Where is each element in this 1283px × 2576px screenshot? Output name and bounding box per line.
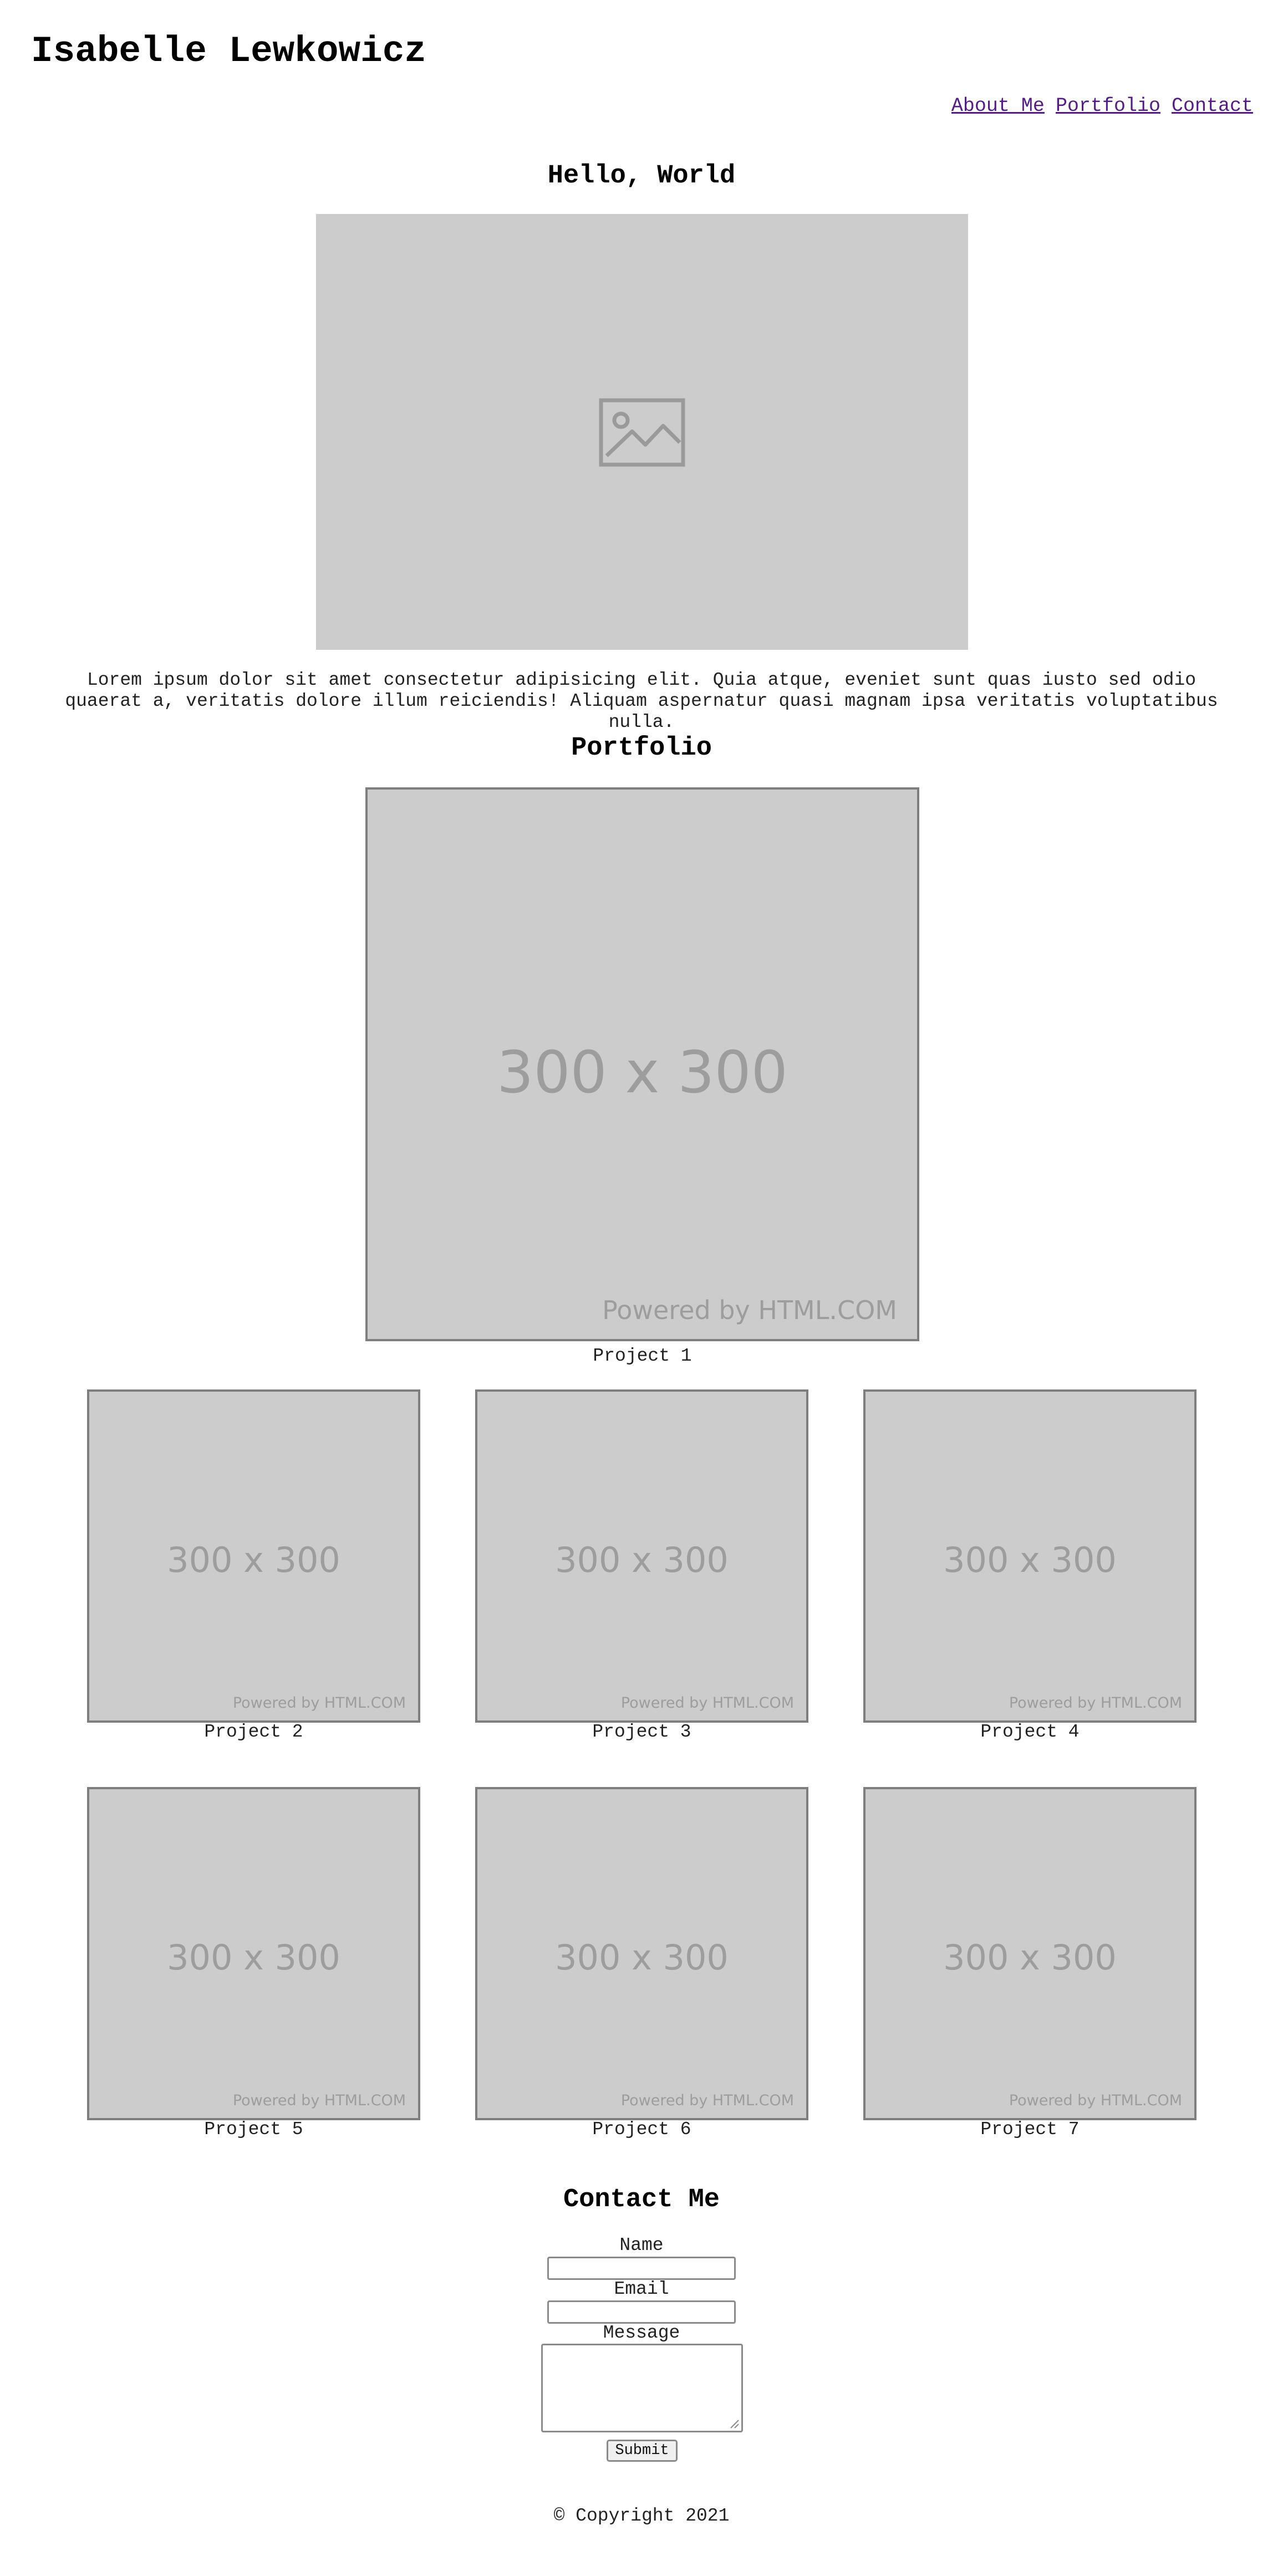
placeholder-credit: Powered by HTML.COM <box>1009 2092 1182 2109</box>
email-label: Email <box>614 2279 669 2299</box>
image-placeholder-icon <box>599 398 685 467</box>
project-5-caption: Project 5 <box>204 2119 303 2140</box>
project-3-caption: Project 3 <box>592 1722 691 1742</box>
project-6-image[interactable]: 300 x 300 Powered by HTML.COM <box>475 1787 808 2120</box>
placeholder-credit: Powered by HTML.COM <box>620 2092 794 2109</box>
project-6-caption: Project 6 <box>592 2119 691 2140</box>
project-5-image[interactable]: 300 x 300 Powered by HTML.COM <box>87 1787 420 2120</box>
project-1-image[interactable]: 300 x 300 Powered by HTML.COM <box>365 787 919 1341</box>
placeholder-size-label: 300 x 300 <box>555 1540 729 1580</box>
name-field[interactable] <box>547 2257 736 2280</box>
hero-image-placeholder <box>316 214 968 650</box>
placeholder-size-label: 300 x 300 <box>943 1540 1117 1580</box>
project-3-image[interactable]: 300 x 300 Powered by HTML.COM <box>475 1389 808 1723</box>
submit-button[interactable]: Submit <box>607 2440 678 2462</box>
placeholder-credit: Powered by HTML.COM <box>232 2092 406 2109</box>
project-1-caption: Project 1 <box>593 1346 692 1366</box>
placeholder-size-label: 300 x 300 <box>497 1038 788 1106</box>
project-4-caption: Project 4 <box>980 1722 1080 1742</box>
placeholder-credit: Powered by HTML.COM <box>1009 1694 1182 1712</box>
footer-copyright: © Copyright 2021 <box>553 2506 730 2526</box>
placeholder-credit: Powered by HTML.COM <box>232 1694 406 1712</box>
placeholder-size-label: 300 x 300 <box>555 1937 729 1978</box>
placeholder-size-label: 300 x 300 <box>167 1937 340 1978</box>
nav-link-portfolio[interactable]: Portfolio <box>1056 95 1160 117</box>
nav-link-about-me[interactable]: About Me <box>951 95 1045 117</box>
site-title: Isabelle Lewkowicz <box>31 30 426 72</box>
portfolio-heading: Portfolio <box>571 734 712 763</box>
message-field[interactable] <box>541 2344 743 2432</box>
placeholder-credit: Powered by HTML.COM <box>602 1295 897 1325</box>
main-nav: About Me Portfolio Contact <box>940 93 1253 119</box>
placeholder-size-label: 300 x 300 <box>167 1540 340 1580</box>
name-label: Name <box>619 2235 664 2256</box>
project-7-caption: Project 7 <box>980 2119 1080 2140</box>
project-4-image[interactable]: 300 x 300 Powered by HTML.COM <box>863 1389 1197 1723</box>
resize-grip-icon[interactable] <box>730 2419 740 2429</box>
about-heading: Hello, World <box>547 161 736 191</box>
nav-link-contact[interactable]: Contact <box>1172 95 1253 117</box>
contact-heading: Contact Me <box>563 2185 720 2214</box>
project-2-image[interactable]: 300 x 300 Powered by HTML.COM <box>87 1389 420 1723</box>
project-7-image[interactable]: 300 x 300 Powered by HTML.COM <box>863 1787 1197 2120</box>
placeholder-size-label: 300 x 300 <box>943 1937 1117 1978</box>
email-field[interactable] <box>547 2300 736 2324</box>
message-field-wrapper <box>541 2344 743 2432</box>
message-label: Message <box>603 2323 680 2343</box>
about-text: Lorem ipsum dolor sit amet consectetur a… <box>65 670 1218 732</box>
project-2-caption: Project 2 <box>204 1722 303 1742</box>
placeholder-credit: Powered by HTML.COM <box>620 1694 794 1712</box>
